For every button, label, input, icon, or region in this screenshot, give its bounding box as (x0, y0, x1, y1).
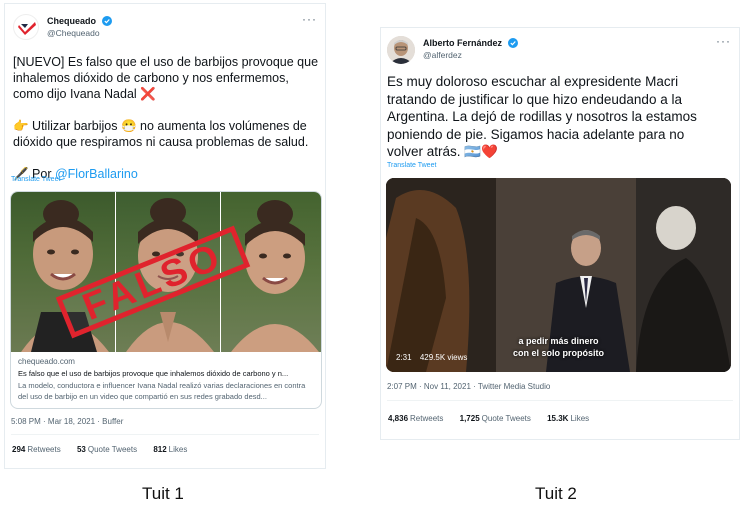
likes-stat[interactable]: 812 Likes (153, 445, 187, 454)
tweet-text: Es muy doloroso escuchar al expresidente… (387, 74, 697, 159)
tweet-1[interactable]: Chequeado @Chequeado ··· [NUEVO] Es fals… (4, 3, 326, 469)
more-options-icon[interactable]: ··· (302, 12, 317, 26)
chequeado-avatar[interactable] (13, 14, 39, 40)
likes-stat[interactable]: 15.3K Likes (547, 414, 589, 423)
translate-tweet-link[interactable]: Translate Tweet (11, 176, 60, 183)
verified-badge-icon (507, 38, 518, 48)
author-name[interactable]: Chequeado (47, 16, 112, 26)
divider (387, 400, 733, 401)
card-domain: chequeado.com (18, 357, 75, 366)
tweet-text: [NUEVO] Es falso que el uso de barbijos … (13, 54, 325, 182)
tweet-timestamp[interactable]: 2:07 PM · Nov 11, 2021 · Twitter Media S… (387, 382, 550, 391)
video-duration: 2:31 (396, 353, 412, 362)
tweet-1-caption: Tuit 1 (142, 484, 184, 503)
profile-photo (387, 36, 415, 64)
retweets-stat[interactable]: 4,836 Retweets (388, 414, 443, 423)
author-name[interactable]: Alberto Fernández (423, 38, 518, 48)
quote-tweets-stat[interactable]: 1,725 Quote Tweets (460, 414, 531, 423)
card-description: La modelo, conductora e influencer Ivana… (18, 381, 306, 401)
tweet-2[interactable]: Alberto Fernández @alferdez ··· Es muy d… (380, 27, 740, 440)
tweet-header: Chequeado @Chequeado ··· (13, 12, 317, 44)
card-image: FALSO (11, 192, 321, 352)
image-panel (11, 192, 115, 352)
video-player[interactable]: a pedir más dinero con el solo propósito… (386, 178, 731, 372)
tweet-timestamp[interactable]: 5:08 PM · Mar 18, 2021 · Buffer (11, 417, 123, 426)
tweet-stats: 294 Retweets 53 Quote Tweets 812 Likes (12, 445, 201, 454)
tweet-header: Alberto Fernández @alferdez ··· (387, 34, 731, 66)
card-title: Es falso que el uso de barbijos provoque… (18, 369, 289, 378)
verified-badge-icon (101, 16, 112, 26)
tweet-body: [NUEVO] Es falso que el uso de barbijos … (13, 55, 319, 181)
tweet-stats: 4,836 Retweets 1,725 Quote Tweets 15.3K Lik… (388, 414, 603, 423)
quote-tweets-stat[interactable]: 53 Quote Tweets (77, 445, 137, 454)
video-caption-line-1: a pedir más dinero (518, 336, 599, 346)
chequeado-logo-icon (18, 22, 36, 35)
video-views: 429.5K views (419, 353, 468, 362)
tweet-2-caption: Tuit 2 (535, 484, 577, 503)
retweets-stat[interactable]: 294 Retweets (12, 445, 61, 454)
more-options-icon[interactable]: ··· (716, 34, 731, 48)
woman-photo (21, 200, 109, 352)
link-card[interactable]: FALSO chequeado.com Es falso que el uso … (10, 191, 322, 409)
video-stats: 2:31 429.5K views (396, 353, 467, 362)
divider (11, 434, 319, 435)
author-handle[interactable]: @alferdez (423, 50, 462, 60)
alberto-avatar[interactable] (387, 36, 415, 64)
translate-tweet-link[interactable]: Translate Tweet (387, 162, 436, 169)
author-handle[interactable]: @Chequeado (47, 28, 100, 38)
mention-link[interactable]: @FlorBallarino (55, 167, 138, 181)
